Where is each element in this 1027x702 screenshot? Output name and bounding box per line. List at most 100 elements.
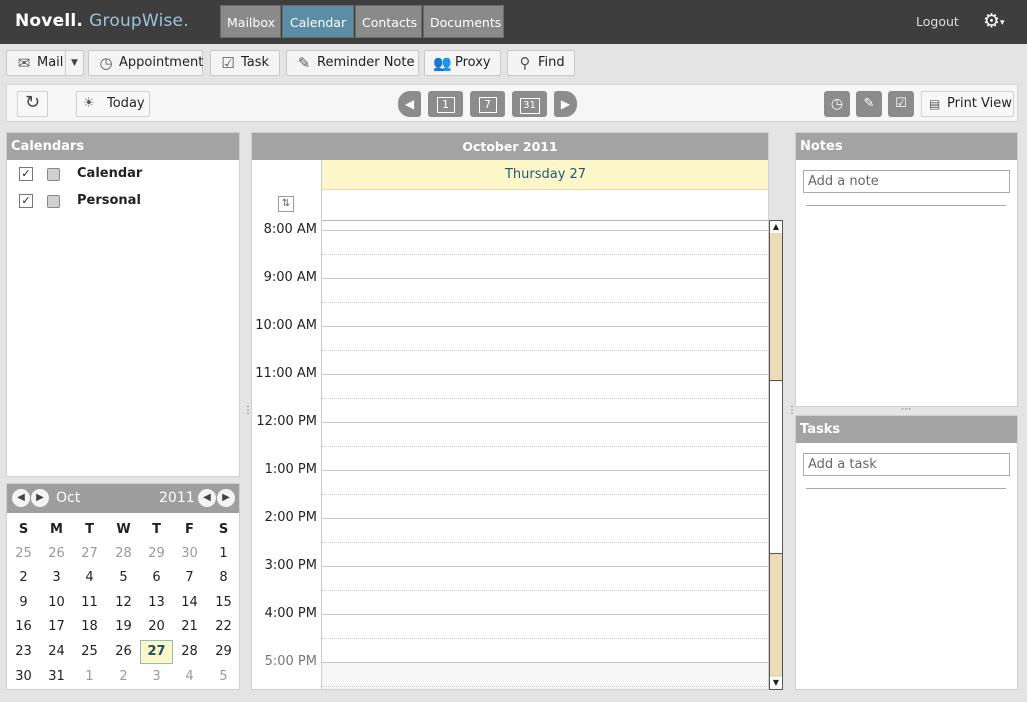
mini-calendar-month[interactable]: Oct xyxy=(56,490,80,506)
mini-calendar-day[interactable]: 25 xyxy=(73,640,106,664)
mini-calendar-day[interactable]: 23 xyxy=(7,640,40,664)
mini-calendar-day[interactable]: 11 xyxy=(73,591,106,615)
mini-calendar-day[interactable]: 13 xyxy=(140,591,173,615)
tab-mailbox[interactable]: Mailbox xyxy=(220,5,281,38)
mini-calendar-day[interactable]: 16 xyxy=(7,615,40,639)
prev-year-arrow-icon[interactable]: ◀ xyxy=(198,489,216,507)
mini-calendar-day[interactable]: 12 xyxy=(107,591,140,615)
day-column-header[interactable]: Thursday 27 xyxy=(322,160,768,190)
proxy-label: Proxy xyxy=(455,55,491,70)
mini-calendar-day[interactable]: 22 xyxy=(207,615,240,639)
mini-calendar-day[interactable]: 3 xyxy=(140,665,173,689)
mini-calendar-day[interactable]: 7 xyxy=(173,566,206,590)
mini-calendar-day[interactable]: 19 xyxy=(107,615,140,639)
mini-calendar-day[interactable]: 27 xyxy=(73,542,106,566)
week-view-button[interactable]: 7 xyxy=(470,91,505,117)
mini-calendar-day[interactable]: 30 xyxy=(173,542,206,566)
mini-calendar-day[interactable]: 10 xyxy=(40,591,73,615)
mini-calendar-day[interactable]: 5 xyxy=(107,566,140,590)
chevron-down-icon[interactable]: ▼ xyxy=(65,51,83,75)
next-arrow-icon[interactable]: ▶ xyxy=(554,91,577,117)
task-check-icon[interactable]: ☑ xyxy=(888,91,914,117)
day-view-button[interactable]: 1 xyxy=(428,91,463,117)
calendar-checkbox[interactable]: ✓ xyxy=(19,167,33,181)
tab-calendar[interactable]: Calendar xyxy=(282,5,354,38)
mini-calendar-day[interactable]: 4 xyxy=(73,566,106,590)
mini-calendar-day[interactable]: 17 xyxy=(40,615,73,639)
refresh-icon[interactable]: ↻ xyxy=(17,91,48,117)
all-day-area[interactable] xyxy=(322,190,768,221)
mini-calendar-day[interactable]: 8 xyxy=(207,566,240,590)
appointment-label: Appointment xyxy=(119,55,204,70)
mini-calendar-year[interactable]: 2011 xyxy=(159,490,195,506)
mini-calendar-day[interactable]: 21 xyxy=(173,615,206,639)
calendars-panel: Calendars ✓ Calendar ✓ Personal xyxy=(6,132,240,477)
clock-icon[interactable]: ◷ xyxy=(824,91,850,117)
weekday-header: F xyxy=(185,522,194,537)
edit-note-icon[interactable]: ✎ xyxy=(856,91,882,117)
appointment-button[interactable]: ◷ Appointment xyxy=(88,50,203,76)
personal-color-swatch[interactable] xyxy=(47,195,60,208)
personal-checkbox[interactable]: ✓ xyxy=(19,194,33,208)
today-button[interactable]: ☀ Today xyxy=(76,91,150,117)
mini-calendar-day[interactable]: 29 xyxy=(207,640,240,664)
month-view-icon: 31 xyxy=(519,98,540,114)
mini-calendar-day[interactable]: 30 xyxy=(7,665,40,689)
mini-calendar-day[interactable]: 1 xyxy=(73,665,106,689)
mini-calendar-day[interactable]: 9 xyxy=(7,591,40,615)
time-label: 1:00 PM xyxy=(264,462,317,477)
next-year-arrow-icon[interactable]: ▶ xyxy=(217,489,235,507)
mini-calendar-day[interactable]: 26 xyxy=(107,640,140,664)
mini-calendar-day[interactable]: 14 xyxy=(173,591,206,615)
mini-calendar-day[interactable]: 4 xyxy=(173,665,206,689)
month-view-button[interactable]: 31 xyxy=(512,91,547,117)
add-task-input[interactable]: Add a task xyxy=(803,453,1010,476)
task-button[interactable]: ☑ Task xyxy=(210,50,280,76)
previous-arrow-icon[interactable]: ◀ xyxy=(398,91,421,117)
mini-calendar-day[interactable]: 20 xyxy=(140,615,173,639)
mail-button[interactable]: ✉ Mail ▼ xyxy=(6,50,84,76)
mini-calendar-day[interactable]: 2 xyxy=(107,665,140,689)
mini-calendar-day[interactable]: 29 xyxy=(140,542,173,566)
reminder-note-button[interactable]: ✎ Reminder Note xyxy=(286,50,419,76)
notes-panel-title: Notes xyxy=(796,133,1017,160)
mini-calendar-today[interactable]: 27 xyxy=(140,640,173,664)
mini-calendar-day[interactable]: 24 xyxy=(40,640,73,664)
calendar-color-swatch[interactable] xyxy=(47,168,60,181)
mini-calendar-day[interactable]: 25 xyxy=(7,542,40,566)
hour-line xyxy=(322,278,768,279)
tasks-panel-title: Tasks xyxy=(796,416,1017,443)
day-view-scrollbar[interactable]: ▲ ▼ xyxy=(769,220,783,690)
personal-label: Personal xyxy=(77,193,141,208)
find-label: Find xyxy=(538,55,565,70)
mini-calendar-day[interactable]: 28 xyxy=(107,542,140,566)
print-view-button[interactable]: ▤ Print View xyxy=(921,91,1014,117)
tab-documents[interactable]: Documents xyxy=(423,5,504,38)
mini-calendar-day[interactable]: 3 xyxy=(40,566,73,590)
scroll-down-arrow-icon[interactable]: ▼ xyxy=(770,677,782,689)
scroll-up-arrow-icon[interactable]: ▲ xyxy=(770,221,782,233)
mini-calendar-day[interactable]: 5 xyxy=(207,665,240,689)
hour-line xyxy=(322,662,768,663)
mini-calendar-day[interactable]: 1 xyxy=(207,542,240,566)
logout-link[interactable]: Logout xyxy=(916,14,959,29)
mini-calendar-day[interactable]: 6 xyxy=(140,566,173,590)
time-label: 11:00 AM xyxy=(255,366,317,381)
all-day-toggle-icon[interactable]: ⇅ xyxy=(278,196,294,212)
mini-calendar-day[interactable]: 18 xyxy=(73,615,106,639)
find-button[interactable]: ⚲ Find xyxy=(507,50,575,76)
pencil-note-icon: ✎ xyxy=(297,54,311,72)
mini-calendar-day[interactable]: 26 xyxy=(40,542,73,566)
settings-gear-icon[interactable]: ⚙▾ xyxy=(983,10,1005,32)
add-note-input[interactable]: Add a note xyxy=(803,170,1010,193)
next-month-arrow-icon[interactable]: ▶ xyxy=(31,489,49,507)
prev-month-arrow-icon[interactable]: ◀ xyxy=(12,489,30,507)
people-icon: 👥 xyxy=(433,54,452,72)
tab-contacts[interactable]: Contacts xyxy=(355,5,422,38)
mini-calendar-day[interactable]: 15 xyxy=(207,591,240,615)
scrollbar-thumb[interactable] xyxy=(770,380,782,554)
mini-calendar-day[interactable]: 31 xyxy=(40,665,73,689)
mini-calendar-day[interactable]: 2 xyxy=(7,566,40,590)
proxy-button[interactable]: 👥 Proxy xyxy=(424,50,501,76)
mini-calendar-day[interactable]: 28 xyxy=(173,640,206,664)
